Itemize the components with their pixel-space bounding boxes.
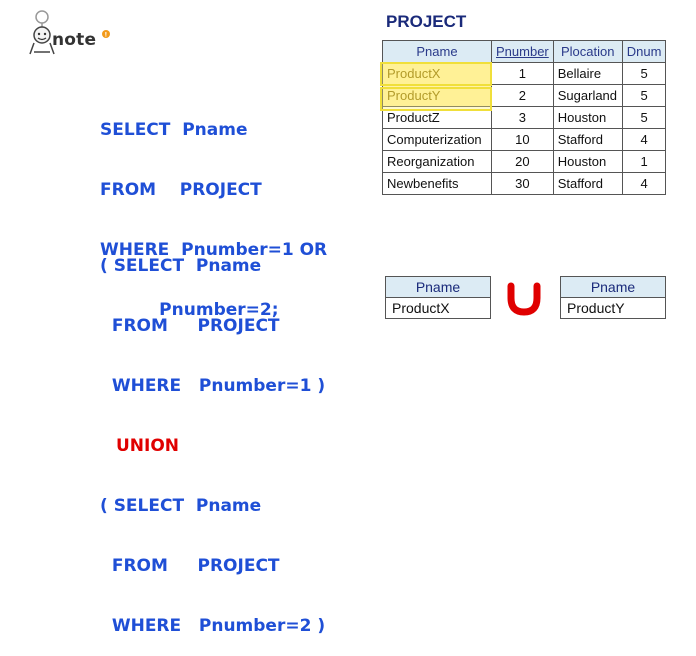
project-table-title: PROJECT xyxy=(386,12,467,31)
sql-line: FROM PROJECT xyxy=(100,316,280,336)
sql-query-union: ( SELECT Pname FROM PROJECT WHERE Pnumbe… xyxy=(100,216,325,656)
svg-text:!: ! xyxy=(105,32,108,39)
table-cell: 1 xyxy=(491,62,554,85)
table-cell: Houston xyxy=(552,150,623,173)
column-header: Pnumber xyxy=(491,40,554,63)
sql-line: ( SELECT Pname xyxy=(100,496,262,516)
table-row: Reorganization 20 Houston 1 xyxy=(382,150,667,173)
table-row: Computerization 10 Stafford 4 xyxy=(382,128,667,151)
table-cell: Newbenefits xyxy=(382,172,492,195)
table-cell: ProductY xyxy=(560,297,666,319)
table-cell: 30 xyxy=(491,172,554,195)
column-header: Pname xyxy=(382,40,492,63)
column-header: Plocation xyxy=(552,40,623,63)
union-keyword: UNION xyxy=(116,436,180,456)
table-cell: 2 xyxy=(491,84,554,107)
table-cell: 5 xyxy=(621,84,667,107)
sql-line: SELECT Pname xyxy=(100,120,248,140)
table-cell: 3 xyxy=(491,106,554,129)
table-row: Newbenefits 30 Stafford 4 xyxy=(382,172,667,195)
table-cell: ProductX xyxy=(385,297,491,319)
table-cell: 1 xyxy=(621,150,667,173)
column-header: Pname xyxy=(560,276,666,298)
highlight-box xyxy=(380,62,492,86)
table-cell: 10 xyxy=(491,128,554,151)
result-table-right: Pname ProductY xyxy=(560,276,666,319)
note-label: note xyxy=(52,30,97,50)
highlight-box xyxy=(380,87,492,111)
sql-line: WHERE Pnumber=1 ) xyxy=(100,376,326,396)
table-cell: Computerization xyxy=(382,128,492,151)
sql-line: FROM PROJECT xyxy=(100,180,262,200)
table-cell: Stafford xyxy=(552,128,623,151)
column-header: Pname xyxy=(385,276,491,298)
table-cell: 5 xyxy=(621,62,667,85)
sql-line: WHERE Pnumber=2 ) xyxy=(100,616,326,636)
table-cell: 20 xyxy=(491,150,554,173)
table-cell: Houston xyxy=(552,106,623,129)
sql-line: ( SELECT Pname xyxy=(100,256,262,276)
column-header: Dnum xyxy=(621,40,667,63)
sql-line: FROM PROJECT xyxy=(100,556,280,576)
table-cell: 5 xyxy=(621,106,667,129)
table-cell: 4 xyxy=(621,172,667,195)
table-cell: Stafford xyxy=(552,172,623,195)
table-cell: Bellaire xyxy=(552,62,623,85)
table-cell: Sugarland xyxy=(552,84,623,107)
result-table-left: Pname ProductX xyxy=(385,276,491,319)
table-cell: Reorganization xyxy=(382,150,492,173)
union-symbol-icon xyxy=(507,282,541,316)
table-cell: 4 xyxy=(621,128,667,151)
